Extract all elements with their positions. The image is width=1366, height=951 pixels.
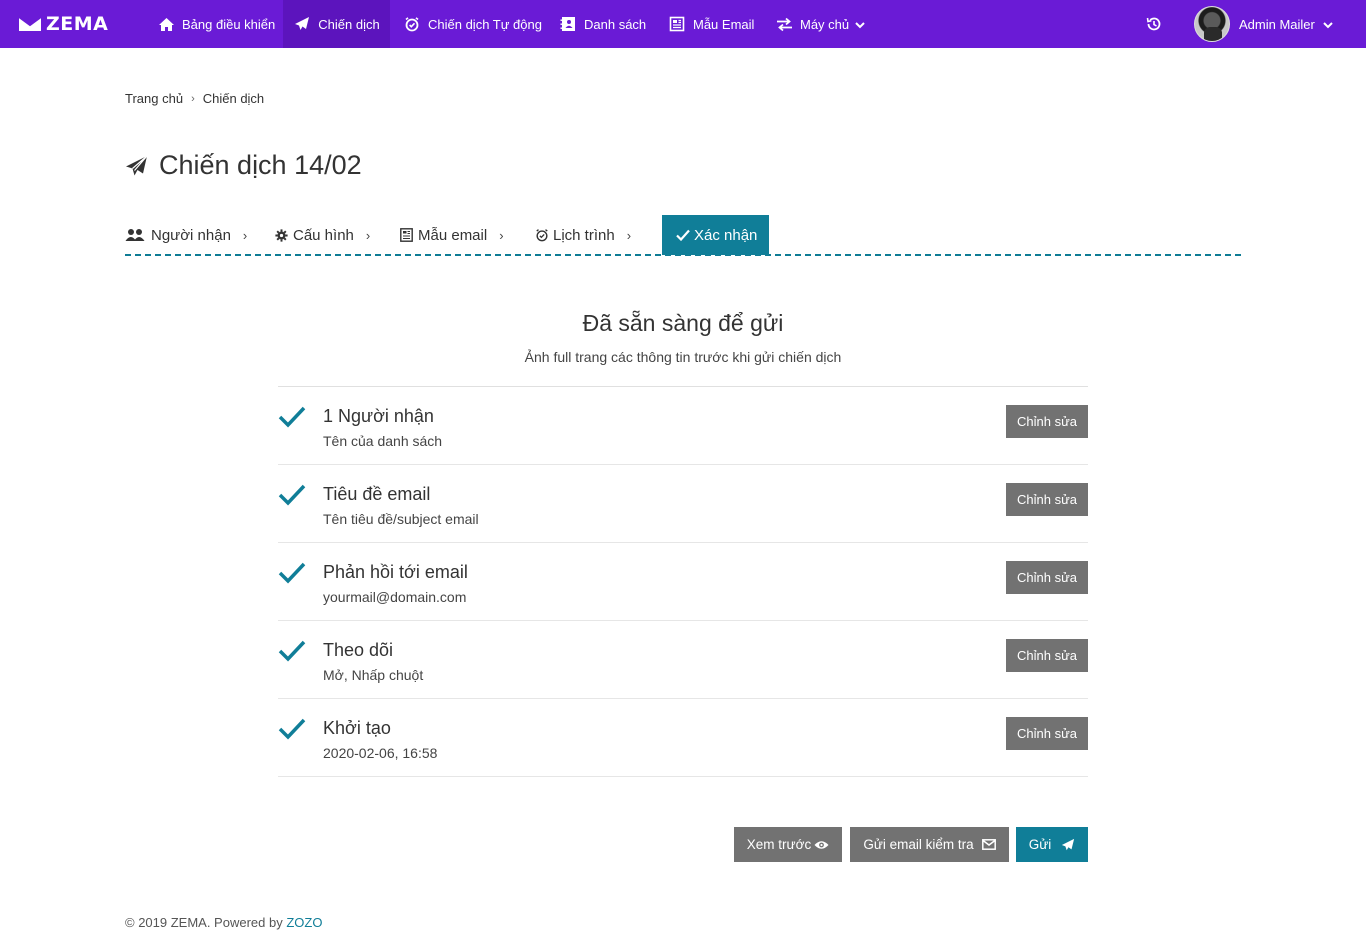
step-schedule[interactable]: Lịch trình ›	[535, 215, 631, 255]
nav-item-label: Bảng điều khiển	[182, 16, 276, 32]
users-icon	[125, 227, 145, 243]
footer-text: © 2019 ZEMA. Powered by	[125, 915, 283, 930]
summary-row-created: Khởi tạo 2020-02-06, 16:58 Chỉnh sửa	[278, 699, 1088, 777]
summary-row-title: Phản hồi tới email	[323, 562, 468, 582]
ready-subtitle: Ảnh full trang các thông tin trước khi g…	[524, 349, 842, 365]
edit-button[interactable]: Chỉnh sửa	[1006, 717, 1088, 750]
edit-button[interactable]: Chỉnh sửa	[1006, 483, 1088, 516]
summary-row-subtitle: yourmail@domain.com	[323, 589, 467, 605]
envelope-logo-icon	[18, 16, 42, 31]
nav-item-label: Chiến dịch	[318, 16, 380, 32]
summary-row-title: Tiêu đề email	[323, 484, 431, 504]
summary-row-tracking: Theo dõi Mở, Nhấp chuột Chỉnh sửa	[278, 621, 1088, 699]
summary-row-subtitle: Tên của danh sách	[323, 433, 443, 449]
ready-title: Đã sẵn sàng để gửi	[582, 310, 784, 336]
paper-plane-icon	[125, 154, 149, 178]
check-icon	[676, 227, 690, 243]
newspaper-icon	[400, 227, 413, 243]
preview-button-label: Xem trước	[746, 837, 812, 852]
send-button-label: Gửi	[1028, 837, 1052, 852]
summary-row-title: 1 Người nhận	[323, 406, 434, 426]
chevron-right-icon: ›	[499, 227, 504, 243]
summary-row-recipients: 1 Người nhận Tên của danh sách Chỉnh sửa	[278, 387, 1088, 465]
chevron-right-icon: ›	[365, 227, 371, 243]
summary-row-title: Theo dõi	[323, 640, 394, 660]
preview-button[interactable]: Xem trước	[734, 827, 842, 862]
checkmark-icon	[278, 484, 306, 506]
summary-row-subject: Tiêu đề email Tên tiêu đề/subject email …	[278, 465, 1088, 543]
wizard-steps: Người nhận › Cấu hình › Mẫu email › Lịch…	[125, 215, 1241, 256]
step-label: Xác nhận	[694, 226, 758, 244]
gear-icon	[275, 227, 288, 243]
checkmark-icon	[278, 562, 306, 584]
contact-book-icon	[559, 15, 577, 33]
step-recipients[interactable]: Người nhận ›	[125, 215, 247, 255]
step-label: Người nhận	[151, 226, 231, 244]
chevron-down-icon	[1323, 16, 1333, 32]
exchange-icon	[775, 15, 793, 33]
checkmark-icon	[278, 406, 306, 428]
nav-item-dashboard[interactable]: Bảng điều khiển	[157, 0, 275, 48]
chevron-down-icon	[855, 17, 865, 32]
nav-item-email-templates[interactable]: Mẫu Email	[668, 0, 754, 48]
nav-item-automation[interactable]: Chiến dịch Tự động	[403, 0, 542, 48]
history-icon[interactable]	[1143, 13, 1165, 35]
user-menu[interactable]: Admin Mailer	[1194, 5, 1333, 43]
alarm-clock-icon	[403, 15, 421, 33]
newspaper-icon	[668, 15, 686, 33]
alarm-clock-icon	[535, 227, 549, 243]
step-label: Lịch trình	[553, 226, 615, 244]
chevron-right-icon: ›	[242, 227, 248, 243]
summary-row-subtitle: 2020-02-06, 16:58	[323, 745, 438, 761]
page-title-text: Chiến dịch 14/02	[159, 150, 362, 180]
brand-name: ZEMA	[46, 13, 109, 35]
summary-row-subtitle: Mở, Nhấp chuột	[323, 667, 424, 683]
nav-item-label: Danh sách	[584, 16, 647, 32]
brand-logo[interactable]: ZEMA	[18, 12, 108, 36]
edit-button[interactable]: Chỉnh sửa	[1006, 639, 1088, 672]
summary-row-subtitle: Tên tiêu đề/subject email	[323, 511, 479, 527]
avatar	[1194, 6, 1230, 42]
nav-item-servers[interactable]: Máy chủ	[775, 0, 865, 48]
send-button[interactable]: Gửi	[1016, 827, 1088, 862]
eye-icon	[814, 840, 829, 850]
breadcrumb-separator-icon: ›	[191, 92, 195, 105]
envelope-icon	[981, 839, 996, 850]
breadcrumb-current: Chiến dịch	[202, 91, 265, 106]
edit-button[interactable]: Chỉnh sửa	[1006, 561, 1088, 594]
breadcrumb: Trang chủ › Chiến dịch	[125, 91, 264, 106]
step-label: Mẫu email	[418, 226, 488, 244]
nav-item-label: Máy chủ	[800, 16, 850, 32]
chevron-right-icon: ›	[626, 227, 632, 243]
edit-button[interactable]: Chỉnh sửa	[1006, 405, 1088, 438]
summary-row-title: Khởi tạo	[323, 718, 391, 738]
checkmark-icon	[278, 718, 306, 740]
send-test-email-button[interactable]: Gửi email kiểm tra	[850, 827, 1009, 862]
nav-item-label: Mẫu Email	[693, 16, 755, 32]
step-template[interactable]: Mẫu email ›	[400, 215, 504, 255]
step-confirm[interactable]: Xác nhận	[662, 215, 769, 255]
summary-checklist: 1 Người nhận Tên của danh sách Chỉnh sửa…	[278, 386, 1088, 777]
breadcrumb-home[interactable]: Trang chủ	[125, 91, 183, 106]
step-label: Cấu hình	[293, 226, 354, 244]
send-test-email-label: Gửi email kiểm tra	[863, 837, 974, 852]
step-settings[interactable]: Cấu hình ›	[275, 215, 370, 255]
page-title: Chiến dịch 14/02	[125, 150, 362, 181]
paper-plane-icon	[1061, 838, 1075, 852]
top-navbar: ZEMA Bảng điều khiển Chiến dịch Chiến dị…	[0, 0, 1366, 48]
nav-item-campaigns[interactable]: Chiến dịch	[283, 0, 390, 48]
paper-plane-icon	[293, 15, 311, 33]
footer-link[interactable]: ZOZO	[286, 915, 322, 930]
nav-item-lists[interactable]: Danh sách	[559, 0, 646, 48]
summary-row-reply-to: Phản hồi tới email yourmail@domain.com C…	[278, 543, 1088, 621]
footer: © 2019 ZEMA. Powered by ZOZO	[125, 915, 322, 930]
checkmark-icon	[278, 640, 306, 662]
user-name: Admin Mailer	[1239, 16, 1315, 32]
home-icon	[157, 15, 175, 33]
nav-item-label: Chiến dịch Tự động	[428, 16, 542, 32]
